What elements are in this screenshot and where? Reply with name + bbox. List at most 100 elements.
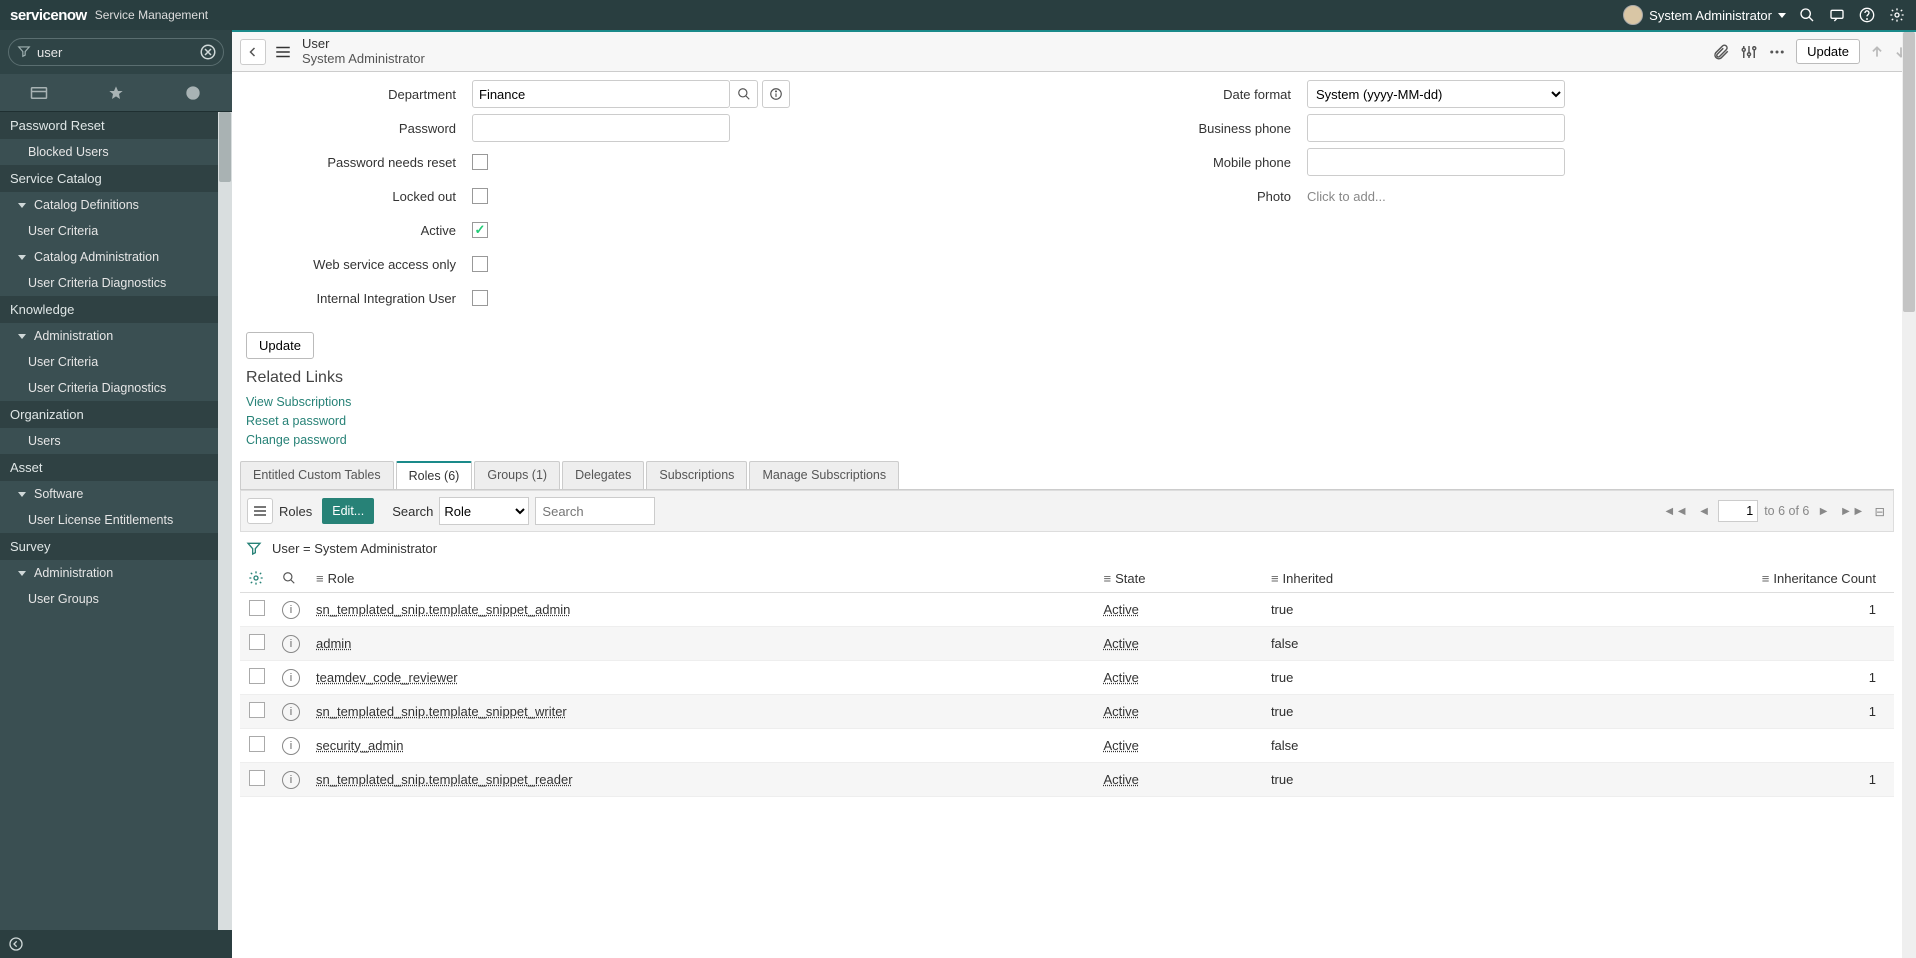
- date-format-select[interactable]: System (yyyy-MM-dd): [1307, 80, 1565, 108]
- form-context-menu[interactable]: [272, 39, 294, 65]
- cell-state[interactable]: Active: [1104, 738, 1139, 753]
- row-checkbox[interactable]: [249, 634, 265, 650]
- active-checkbox[interactable]: [472, 222, 488, 238]
- nav-filter-input[interactable]: [37, 45, 195, 60]
- password-field[interactable]: [472, 114, 730, 142]
- tab-groups[interactable]: Groups (1): [474, 461, 560, 489]
- cell-role[interactable]: sn_templated_snip.template_snippet_reade…: [316, 772, 573, 787]
- header-update-button[interactable]: Update: [1796, 39, 1860, 64]
- nav-group[interactable]: Administration: [0, 323, 232, 349]
- nav-tab-history[interactable]: [155, 74, 232, 111]
- cell-state[interactable]: Active: [1104, 602, 1139, 617]
- cell-role[interactable]: teamdev_code_reviewer: [316, 670, 458, 685]
- nav-app[interactable]: Knowledge: [0, 296, 232, 323]
- nav-tab-apps[interactable]: [0, 74, 77, 111]
- clear-filter-icon[interactable]: [199, 43, 217, 61]
- attachment-icon[interactable]: [1712, 43, 1730, 61]
- nav-group[interactable]: Catalog Administration: [0, 244, 232, 270]
- col-header-inherited[interactable]: ≡Inherited: [1263, 564, 1489, 593]
- nav-tab-favorites[interactable]: [77, 74, 154, 111]
- cell-role[interactable]: sn_templated_snip.template_snippet_write…: [316, 704, 567, 719]
- tab-subscriptions[interactable]: Subscriptions: [646, 461, 747, 489]
- row-checkbox[interactable]: [249, 668, 265, 684]
- cell-state[interactable]: Active: [1104, 772, 1139, 787]
- link-change-password[interactable]: Change password: [246, 431, 1888, 450]
- personalize-form-icon[interactable]: [1740, 43, 1758, 61]
- pager-first-icon[interactable]: ◄◄: [1661, 504, 1690, 518]
- row-checkbox[interactable]: [249, 702, 265, 718]
- breadcrumb-text[interactable]: User = System Administrator: [272, 541, 437, 556]
- nav-group[interactable]: Catalog Definitions: [0, 192, 232, 218]
- tab-delegates[interactable]: Delegates: [562, 461, 644, 489]
- photo-add-link[interactable]: Click to add...: [1307, 189, 1386, 204]
- business-phone-field[interactable]: [1307, 114, 1565, 142]
- nav-app[interactable]: Organization: [0, 401, 232, 428]
- department-field[interactable]: [472, 80, 730, 108]
- link-view-subscriptions[interactable]: View Subscriptions: [246, 393, 1888, 412]
- cell-state[interactable]: Active: [1104, 636, 1139, 651]
- row-info-icon[interactable]: i: [282, 737, 300, 755]
- back-button[interactable]: [240, 39, 266, 65]
- col-search-toggle[interactable]: [274, 564, 308, 593]
- nav-app[interactable]: Asset: [0, 454, 232, 481]
- cell-role[interactable]: admin: [316, 636, 351, 651]
- nav-module[interactable]: Users: [0, 428, 232, 454]
- list-context-menu[interactable]: [247, 498, 273, 524]
- pager-next-icon[interactable]: ►: [1815, 504, 1831, 518]
- link-reset-password[interactable]: Reset a password: [246, 412, 1888, 431]
- department-info-icon[interactable]: [762, 80, 790, 108]
- row-info-icon[interactable]: i: [282, 703, 300, 721]
- cell-state[interactable]: Active: [1104, 670, 1139, 685]
- pager-collapse-icon[interactable]: ⊟: [1873, 504, 1887, 519]
- list-edit-button[interactable]: Edit...: [322, 498, 374, 524]
- global-search-icon[interactable]: [1798, 6, 1816, 24]
- nav-module[interactable]: User Criteria Diagnostics: [0, 375, 232, 401]
- user-menu[interactable]: System Administrator: [1623, 5, 1786, 25]
- col-personalize[interactable]: [240, 564, 274, 593]
- row-checkbox[interactable]: [249, 600, 265, 616]
- nav-module[interactable]: User License Entitlements: [0, 507, 232, 533]
- row-info-icon[interactable]: i: [282, 635, 300, 653]
- pager-last-icon[interactable]: ►►: [1838, 504, 1867, 518]
- tab-entitled-tables[interactable]: Entitled Custom Tables: [240, 461, 394, 489]
- nav-app[interactable]: Password Reset: [0, 112, 232, 139]
- pager-prev-icon[interactable]: ◄: [1696, 504, 1712, 518]
- department-lookup-icon[interactable]: [730, 80, 758, 108]
- row-checkbox[interactable]: [249, 770, 265, 786]
- nav-module[interactable]: Blocked Users: [0, 139, 232, 165]
- cell-state[interactable]: Active: [1104, 704, 1139, 719]
- list-search-input[interactable]: [535, 497, 655, 525]
- col-header-inheritance-count[interactable]: ≡Inheritance Count: [1489, 564, 1894, 593]
- col-header-role[interactable]: ≡Role: [308, 564, 1096, 593]
- list-title[interactable]: Roles: [279, 504, 312, 519]
- ws-only-checkbox[interactable]: [472, 256, 488, 272]
- nav-group[interactable]: Administration: [0, 560, 232, 586]
- cell-role[interactable]: security_admin: [316, 738, 403, 753]
- needs-reset-checkbox[interactable]: [472, 154, 488, 170]
- nav-scrollbar[interactable]: [218, 112, 232, 930]
- row-info-icon[interactable]: i: [282, 669, 300, 687]
- nav-app[interactable]: Survey: [0, 533, 232, 560]
- mobile-phone-field[interactable]: [1307, 148, 1565, 176]
- nav-module[interactable]: User Criteria Diagnostics: [0, 270, 232, 296]
- cell-role[interactable]: sn_templated_snip.template_snippet_admin: [316, 602, 570, 617]
- tab-roles[interactable]: Roles (6): [396, 461, 473, 489]
- internal-checkbox[interactable]: [472, 290, 488, 306]
- nav-module[interactable]: User Groups: [0, 586, 232, 612]
- chat-icon[interactable]: [1828, 6, 1846, 24]
- pager-page-input[interactable]: [1718, 500, 1758, 522]
- help-icon[interactable]: [1858, 6, 1876, 24]
- row-info-icon[interactable]: i: [282, 601, 300, 619]
- main-scrollbar[interactable]: [1902, 32, 1916, 958]
- row-info-icon[interactable]: i: [282, 771, 300, 789]
- locked-out-checkbox[interactable]: [472, 188, 488, 204]
- nav-app[interactable]: Service Catalog: [0, 165, 232, 192]
- nav-collapse-button[interactable]: [0, 930, 232, 958]
- more-actions-icon[interactable]: [1768, 43, 1786, 61]
- tab-manage-subscriptions[interactable]: Manage Subscriptions: [749, 461, 899, 489]
- list-search-field-select[interactable]: Role: [439, 497, 529, 525]
- prev-record-icon[interactable]: [1870, 45, 1884, 59]
- nav-module[interactable]: User Criteria: [0, 349, 232, 375]
- col-header-state[interactable]: ≡State: [1096, 564, 1263, 593]
- row-checkbox[interactable]: [249, 736, 265, 752]
